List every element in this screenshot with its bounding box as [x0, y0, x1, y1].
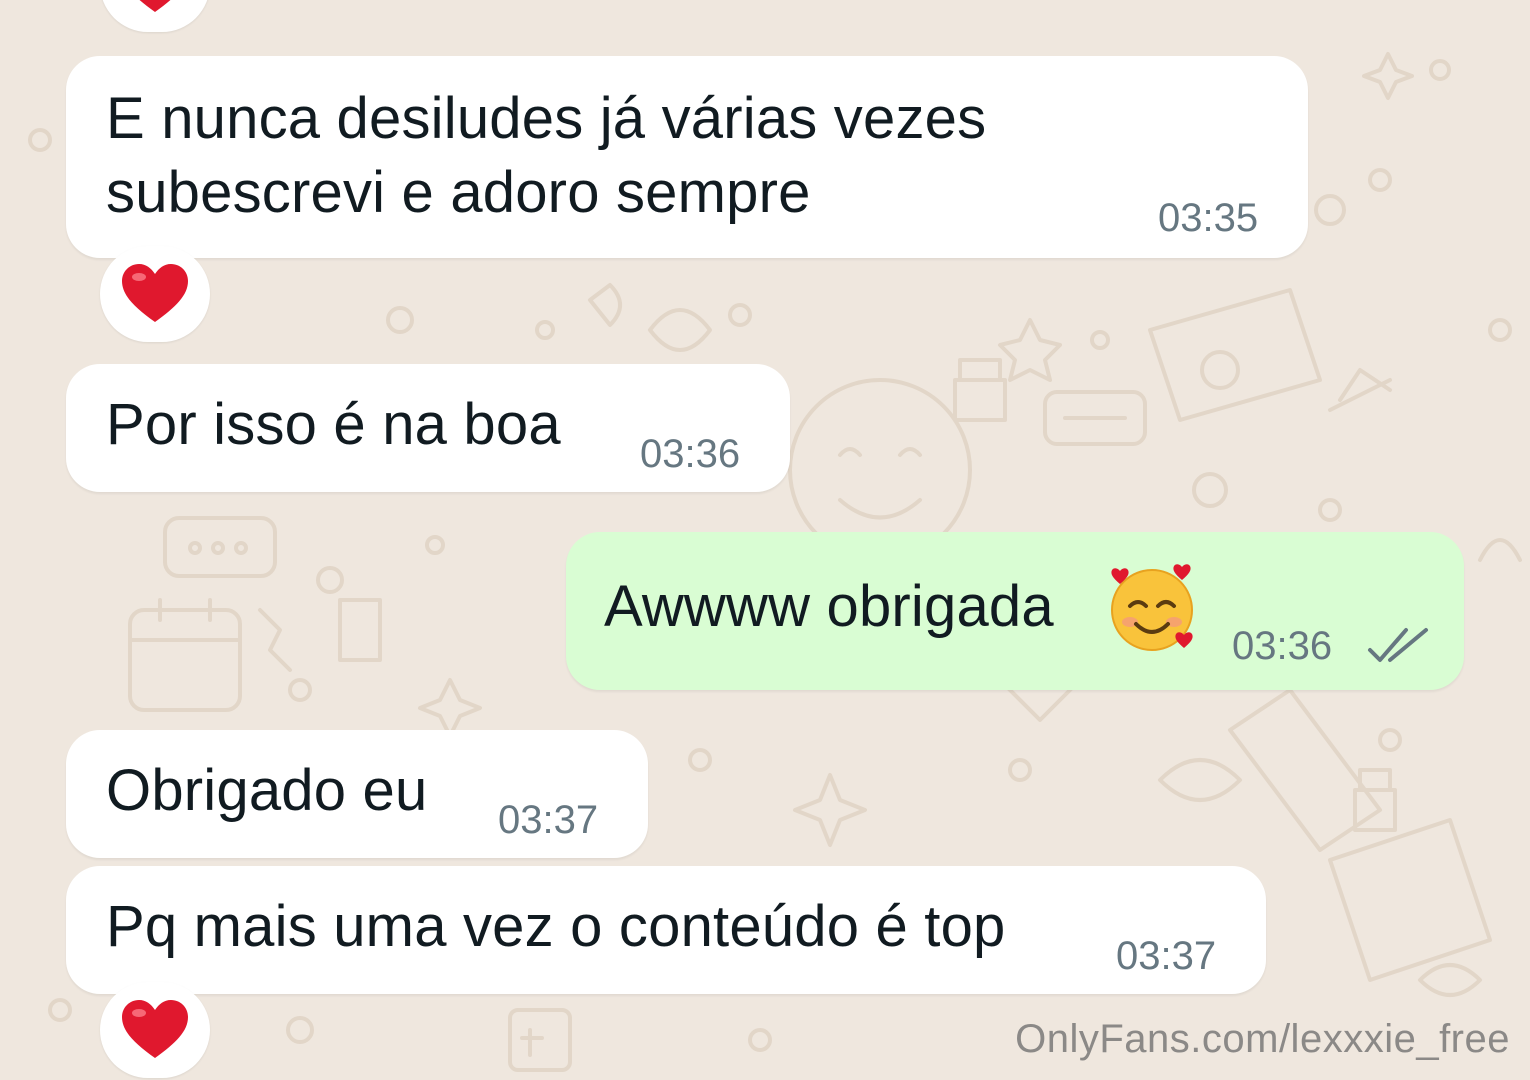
- heart-icon: [122, 264, 188, 322]
- message-text: Obrigado eu: [106, 758, 428, 823]
- smiling-face-with-hearts-icon: [1111, 564, 1193, 651]
- message-bubble-incoming[interactable]: Obrigado eu 03:37: [66, 730, 648, 858]
- double-check-read-icon: [1368, 628, 1428, 662]
- message-time: 03:37: [1116, 934, 1217, 978]
- message-bubble-incoming[interactable]: Por isso é na boa 03:36: [66, 364, 790, 492]
- message-text: E nunca desiludes já várias vezes subesc…: [106, 86, 987, 225]
- message-reaction[interactable]: [100, 982, 210, 1078]
- message-bubble-incoming[interactable]: Pq mais uma vez o conteúdo é top 03:37: [66, 866, 1266, 994]
- watermark: OnlyFans.com/lexxxie_free: [1015, 1017, 1510, 1061]
- message-text: Por isso é na boa: [106, 392, 561, 457]
- message-bubble-incoming[interactable]: E nunca desiludes já várias vezes subesc…: [66, 56, 1308, 258]
- message-reaction[interactable]: [100, 246, 210, 342]
- message-time: 03:36: [1232, 624, 1333, 668]
- message-time: 03:35: [1158, 196, 1259, 240]
- message-bubble-outgoing[interactable]: Awwww obrigada 03:36: [566, 532, 1464, 690]
- heart-icon: [139, 0, 171, 12]
- message-text: Awwww obrigada: [604, 574, 1054, 639]
- message-text: Pq mais uma vez o conteúdo é top: [106, 894, 1006, 959]
- heart-icon: [122, 1000, 188, 1058]
- message-time: 03:37: [498, 798, 599, 842]
- message-time: 03:36: [640, 432, 741, 476]
